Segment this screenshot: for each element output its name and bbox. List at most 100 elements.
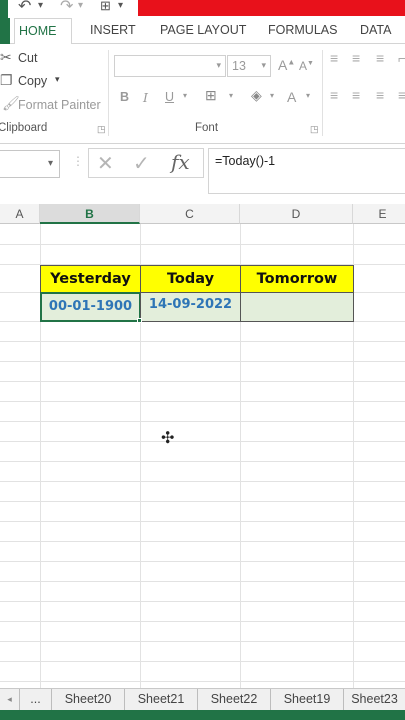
column-header-d[interactable]: D	[240, 204, 353, 224]
quick-access-toolbar: ↶ ▾ ↷ ▾ ⊞ ▾	[0, 0, 405, 18]
enter-icon[interactable]: ✓	[133, 151, 150, 176]
sheet-tab-bar: ◂ ... Sheet20 Sheet21 Sheet22 Sheet19 Sh…	[0, 688, 405, 711]
orientation-icon[interactable]: ⌐	[398, 50, 405, 66]
font-color-dropdown-icon[interactable]: ▾	[306, 91, 310, 100]
gridline	[0, 681, 405, 682]
ribbon-home: ✂ Cut ❐ Copy ▾ 🖌 Format Painter Clipboar…	[0, 44, 405, 144]
align-middle-icon[interactable]: ≡	[352, 50, 360, 66]
value-cell-tomorrow[interactable]	[240, 292, 354, 322]
gridline	[0, 581, 405, 582]
ribbon-separator	[108, 50, 109, 136]
font-size-value: 13	[232, 59, 246, 73]
gridline	[0, 521, 405, 522]
decrease-indent-icon[interactable]: ≡	[398, 87, 405, 103]
clipboard-launcher-icon[interactable]: ◳	[97, 124, 106, 135]
gridline	[0, 601, 405, 602]
align-center-icon[interactable]: ≡	[352, 87, 360, 103]
font-launcher-icon[interactable]: ◳	[310, 124, 319, 135]
undo-icon[interactable]: ↶	[18, 0, 31, 16]
align-top-icon[interactable]: ≡	[330, 50, 338, 66]
fill-color-dropdown-icon[interactable]: ▾	[270, 91, 274, 100]
align-right-icon[interactable]: ≡	[376, 87, 384, 103]
formula-bar: ▾ ⋮ ✕ ✓ fx =Today()-1	[0, 144, 405, 204]
cancel-icon[interactable]: ✕	[97, 151, 114, 176]
header-cell-yesterday[interactable]: Yesterday	[40, 265, 141, 293]
file-tab[interactable]	[0, 18, 10, 44]
font-name-combo[interactable]: ▾	[114, 55, 226, 77]
formula-bar-grip-icon: ⋮	[72, 154, 84, 168]
header-cell-today[interactable]: Today	[140, 265, 241, 293]
tab-home[interactable]: HOME	[14, 18, 72, 45]
align-bottom-icon[interactable]: ≡	[376, 50, 384, 66]
table-icon[interactable]: ⊞	[100, 0, 111, 14]
underline-dropdown-icon[interactable]: ▾	[183, 91, 187, 100]
scroll-sheets-left-icon[interactable]: ◂	[0, 689, 20, 711]
clipboard-group-label: Clipboard	[0, 122, 48, 134]
align-left-icon[interactable]: ≡	[330, 87, 338, 103]
sheet-tab-sheet23[interactable]: Sheet23	[344, 689, 405, 711]
gridline	[0, 381, 405, 382]
gridline	[0, 341, 405, 342]
column-header-e[interactable]: E	[353, 204, 405, 224]
fill-color-icon[interactable]: ◈	[251, 87, 262, 104]
customize-qat-icon[interactable]: ▾	[118, 0, 123, 11]
bold-button[interactable]: B	[120, 90, 129, 104]
ribbon-separator	[322, 50, 323, 136]
cell-cursor-icon: ✣	[161, 430, 175, 447]
column-header-b[interactable]: B	[40, 204, 140, 224]
copy-icon: ❐	[0, 72, 13, 88]
borders-dropdown-icon[interactable]: ▾	[229, 91, 233, 100]
sheet-tab-sheet20[interactable]: Sheet20	[52, 689, 125, 711]
tab-data[interactable]: DATA	[356, 18, 395, 44]
status-bar	[0, 710, 405, 720]
chevron-down-icon: ▾	[47, 158, 53, 169]
formula-input[interactable]: =Today()-1	[208, 148, 405, 194]
value-cell-yesterday[interactable]: 00-01-1900	[40, 292, 141, 322]
italic-button[interactable]: I	[143, 90, 148, 105]
value-cell-today[interactable]: 14-09-2022	[140, 292, 241, 322]
font-color-icon[interactable]: A	[287, 89, 296, 105]
gridline	[0, 621, 405, 622]
undo-dropdown-icon[interactable]: ▾	[38, 0, 43, 11]
borders-icon[interactable]: ⊞	[205, 87, 217, 104]
gridline	[0, 441, 405, 442]
redo-dropdown-icon[interactable]: ▾	[78, 0, 83, 11]
more-sheets-button[interactable]: ...	[20, 689, 52, 711]
column-header-c[interactable]: C	[140, 204, 240, 224]
ribbon-tabs: HOME INSERT PAGE LAYOUT FORMULAS DATA	[0, 18, 405, 45]
fill-handle[interactable]	[137, 318, 142, 323]
shrink-font-button[interactable]: A▼	[299, 59, 314, 73]
worksheet-grid[interactable]: A B C D E Yesterday Today Tomorrow 00-01…	[0, 204, 405, 688]
sheet-tab-sheet22[interactable]: Sheet22	[198, 689, 271, 711]
gridline	[0, 401, 405, 402]
tab-insert[interactable]: INSERT	[86, 18, 140, 44]
sheet-tab-sheet19[interactable]: Sheet19	[271, 689, 344, 711]
header-cell-tomorrow[interactable]: Tomorrow	[240, 265, 354, 293]
column-header-a[interactable]: A	[0, 204, 40, 224]
underline-button[interactable]: U	[165, 90, 174, 104]
tab-page-layout[interactable]: PAGE LAYOUT	[156, 18, 250, 44]
gridline	[0, 481, 405, 482]
gridline	[0, 561, 405, 562]
redo-icon[interactable]: ↷	[60, 0, 73, 16]
gridline	[0, 461, 405, 462]
gridline	[0, 244, 405, 245]
font-group-label: Font	[195, 122, 219, 134]
cut-button[interactable]: Cut	[18, 51, 37, 65]
insert-function-icon[interactable]: fx	[171, 150, 190, 174]
gridline	[0, 661, 405, 662]
copy-dropdown-icon[interactable]: ▾	[55, 74, 60, 85]
grow-font-button[interactable]: A▲	[278, 57, 295, 73]
gridline	[0, 361, 405, 362]
name-box[interactable]: ▾	[0, 150, 60, 178]
copy-button[interactable]: Copy	[18, 74, 47, 88]
scissors-icon: ✂	[0, 49, 12, 65]
sheet-tab-sheet21[interactable]: Sheet21	[125, 689, 198, 711]
font-size-combo[interactable]: 13 ▾	[227, 55, 271, 77]
app-edge	[0, 0, 8, 18]
gridline	[0, 421, 405, 422]
gridline	[0, 641, 405, 642]
format-painter-button[interactable]: Format Painter	[18, 98, 101, 112]
chevron-down-icon: ▾	[216, 60, 221, 70]
tab-formulas[interactable]: FORMULAS	[264, 18, 341, 44]
